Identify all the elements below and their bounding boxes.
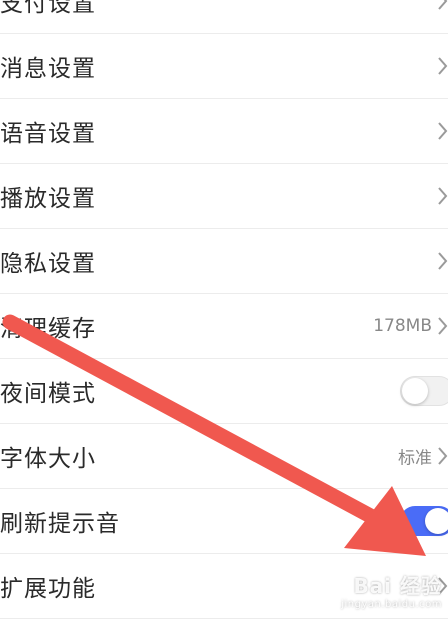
settings-item-label: 播放设置: [0, 186, 96, 212]
settings-item-label: 清理缓存: [0, 316, 96, 342]
chevron-right-icon: [438, 317, 448, 335]
settings-item-clear-cache[interactable]: 清理缓存 178MB: [0, 294, 448, 359]
settings-list: 支付设置 消息设置 语音设置 播放设置 隐私设置 清理缓存 178MB 夜间模式…: [0, 0, 448, 619]
toggle-knob: [402, 378, 428, 404]
chevron-right-icon: [438, 187, 448, 205]
toggle-knob: [425, 508, 448, 534]
settings-item-label: 扩展功能: [0, 576, 96, 602]
watermark: Bai 经验 jingyan.baidu.com: [341, 570, 442, 610]
settings-item-night-mode: 夜间模式: [0, 359, 448, 424]
settings-item-privacy[interactable]: 隐私设置: [0, 229, 448, 294]
watermark-logo-text: Bai 经验: [353, 574, 442, 598]
cache-size-value: 178MB: [373, 316, 432, 336]
font-size-value: 标准: [398, 448, 432, 469]
settings-item-label: 语音设置: [0, 121, 96, 147]
settings-item-label: 消息设置: [0, 56, 96, 82]
chevron-right-icon: [438, 122, 448, 140]
refresh-sound-toggle[interactable]: [400, 506, 448, 536]
watermark-url: jingyan.baidu.com: [341, 599, 442, 610]
settings-item-messages[interactable]: 消息设置: [0, 34, 448, 99]
chevron-right-icon: [438, 447, 448, 465]
settings-item-font-size[interactable]: 字体大小 标准: [0, 424, 448, 489]
settings-item-label: 隐私设置: [0, 251, 96, 277]
settings-item-payment[interactable]: 支付设置: [0, 0, 448, 34]
night-mode-toggle[interactable]: [400, 376, 448, 406]
settings-item-playback[interactable]: 播放设置: [0, 164, 448, 229]
chevron-right-icon: [438, 252, 448, 270]
settings-item-refresh-sound: 刷新提示音: [0, 489, 448, 554]
settings-item-voice[interactable]: 语音设置: [0, 99, 448, 164]
settings-item-label: 夜间模式: [0, 381, 96, 407]
chevron-right-icon: [438, 57, 448, 75]
chevron-right-icon: [438, 0, 448, 10]
settings-item-label: 字体大小: [0, 446, 96, 472]
settings-item-label: 支付设置: [0, 0, 96, 17]
settings-item-label: 刷新提示音: [0, 511, 120, 537]
